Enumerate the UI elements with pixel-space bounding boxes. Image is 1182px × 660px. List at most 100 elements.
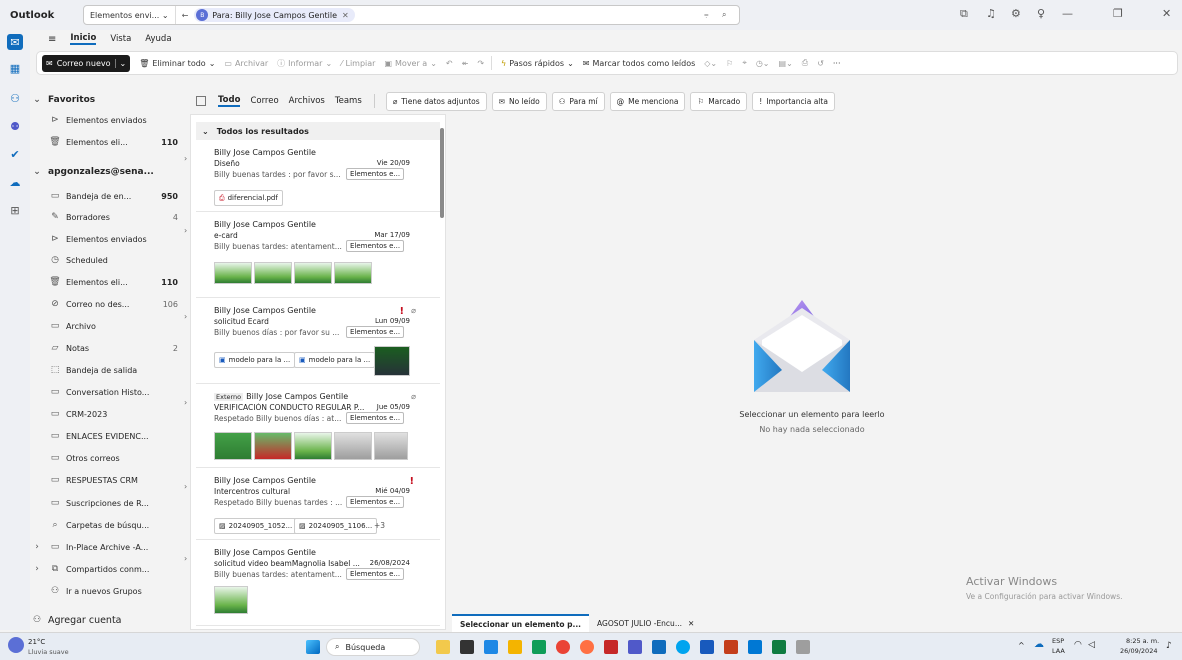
folder-search-folders[interactable]: ⌕ Carpetas de búsqu... xyxy=(30,515,190,535)
hamburger-menu-icon[interactable]: ≡ xyxy=(48,34,56,45)
todo-check-icon[interactable]: ✔ xyxy=(7,146,23,162)
rules-icon[interactable]: ▤⌄ xyxy=(779,59,793,68)
filter-mentions[interactable]: @ Me menciona xyxy=(609,91,686,111)
chevron-up-icon[interactable]: ^ xyxy=(1018,641,1025,650)
folder-crm-2023[interactable]: ▭ CRM-2023 xyxy=(30,404,190,424)
folder-respuestas-crm[interactable]: ▭ RESPUESTAS CRM xyxy=(30,470,190,490)
chevron-right-icon[interactable]: › xyxy=(184,482,187,491)
folder-fav-sent[interactable]: ⊳ Elementos enviados xyxy=(30,110,190,130)
windows-start-icon[interactable] xyxy=(306,640,320,654)
image-thumbnail[interactable] xyxy=(214,262,252,284)
notepad-app-icon[interactable] xyxy=(796,640,810,654)
folder-inplace-archive[interactable]: › ▭ In-Place Archive -A... xyxy=(30,537,190,557)
flag-icon[interactable]: ⚐ xyxy=(726,59,733,68)
outlook-app-icon[interactable] xyxy=(652,640,666,654)
bell-icon[interactable]: ♫ xyxy=(986,7,996,20)
undo-icon[interactable]: ↺ xyxy=(817,59,824,68)
lightbulb-icon[interactable]: ♀ xyxy=(1037,7,1045,20)
taskbar-search[interactable]: ⌕ Búsqueda xyxy=(326,638,420,656)
attachment-chip[interactable]: ▨ 20240905_1106... xyxy=(294,518,378,534)
image-thumbnail[interactable] xyxy=(294,432,332,460)
filter-to-me[interactable]: ⚇ Para mí xyxy=(551,91,605,111)
filter-tab-correo[interactable]: Correo xyxy=(250,96,278,106)
filter-high-importance[interactable]: ! Importancia alta xyxy=(752,91,835,111)
notification-bell-icon[interactable]: ♪ xyxy=(1166,641,1172,651)
attachment-chip[interactable]: ▨ 20240905_1052... xyxy=(214,518,298,534)
search-box[interactable]: Elementos envi... ⌄ ← B Para: Billy Jose… xyxy=(83,5,740,25)
clock-time[interactable]: 8:25 a. m. xyxy=(1126,637,1159,645)
people-icon[interactable]: ⚇ xyxy=(7,90,23,106)
apps-grid-icon[interactable]: ⊞ xyxy=(7,202,23,218)
clock-date[interactable]: 26/09/2024 xyxy=(1120,647,1157,655)
powerpoint-app-icon[interactable] xyxy=(724,640,738,654)
folder-deleted[interactable]: 🗑 Elementos eli... 110 xyxy=(30,272,190,292)
mail-icon[interactable]: ✉ xyxy=(7,34,23,50)
pin-icon[interactable]: ⌖ xyxy=(742,58,747,68)
filter-icon[interactable]: ⩦ xyxy=(704,10,709,20)
image-thumbnail[interactable] xyxy=(254,432,292,460)
widgets-icon[interactable] xyxy=(436,640,450,654)
more-attachments-count[interactable]: +3 xyxy=(374,521,385,530)
folder-scheduled[interactable]: ◷ Scheduled xyxy=(30,250,190,270)
list-item[interactable]: › Billy Jose Campos Gentile ! Intercentr… xyxy=(184,470,440,540)
volume-icon[interactable]: ◁ xyxy=(1088,640,1095,650)
tab-inicio[interactable]: Inicio xyxy=(70,33,97,45)
report-button[interactable]: ⓘ Informar ⌄ xyxy=(277,58,332,69)
back-arrow-icon[interactable]: ← xyxy=(182,11,189,20)
keyboard-layout[interactable]: LAA xyxy=(1052,647,1065,655)
word-app-icon[interactable] xyxy=(700,640,714,654)
print-icon[interactable]: ⎙ xyxy=(802,58,808,68)
folder-notes[interactable]: ▱ Notas 2 xyxy=(30,338,190,358)
bottom-tab-draft[interactable]: AGOSOT JULIO -Encu... ✕ xyxy=(589,614,702,632)
folder-enlaces[interactable]: ▭ ENLACES EVIDENC... xyxy=(30,426,190,446)
image-thumbnail[interactable] xyxy=(374,432,408,460)
folder-inbox[interactable]: ▭ Bandeja de en... 950 xyxy=(30,186,190,206)
chevron-right-icon[interactable]: › xyxy=(184,312,187,321)
tag-icon[interactable]: ◇⌄ xyxy=(704,59,717,68)
account-header[interactable]: ⌄ apgonzalezs@sena... xyxy=(30,162,190,182)
photos-app-icon[interactable] xyxy=(748,640,762,654)
folder-sent[interactable]: ⊳ Elementos enviados xyxy=(30,229,190,249)
list-item[interactable]: › Billy Jose Campos Gentile ! ⌀ solicitu… xyxy=(184,300,440,384)
search-filter-chip[interactable]: B Para: Billy Jose Campos Gentile ✕ xyxy=(194,8,355,22)
close-window-icon[interactable]: ✕ xyxy=(1162,7,1171,20)
reply-icon[interactable]: ↶ xyxy=(446,59,453,68)
filter-unread[interactable]: ✉ No leído xyxy=(491,91,547,111)
chevron-right-icon[interactable]: › xyxy=(184,554,187,563)
edge-icon[interactable] xyxy=(484,640,498,654)
delete-all-button[interactable]: 🗑 Eliminar todo ⌄ xyxy=(139,59,215,68)
filter-tab-todo[interactable]: Todo xyxy=(218,95,241,107)
task-view-icon[interactable] xyxy=(460,640,474,654)
tab-ayuda[interactable]: Ayuda xyxy=(145,34,171,44)
attachment-chip[interactable]: ⎙ diferencial.pdf xyxy=(214,190,283,206)
folder-fav-deleted[interactable]: 🗑 Elementos eli... 110 xyxy=(30,132,190,152)
image-thumbnail[interactable] xyxy=(294,262,332,284)
list-item[interactable]: › Externo Billy Jose Campos Gentile ⌀ VER… xyxy=(184,386,440,468)
image-thumbnail[interactable] xyxy=(334,262,372,284)
restore-icon[interactable]: ❐ xyxy=(1113,7,1123,20)
quick-steps-button[interactable]: ϟ Pasos rápidos ⌄ xyxy=(501,59,574,68)
image-thumbnail[interactable] xyxy=(374,346,410,376)
forward-icon[interactable]: ↷ xyxy=(477,59,484,68)
chevron-right-icon[interactable]: › xyxy=(184,398,187,407)
filter-flagged[interactable]: ⚐ Marcado xyxy=(690,91,748,111)
language-code[interactable]: ESP xyxy=(1052,637,1064,645)
excel-app-icon[interactable] xyxy=(772,640,786,654)
select-all-checkbox[interactable] xyxy=(196,96,206,106)
image-thumbnail[interactable] xyxy=(214,432,252,460)
gear-icon[interactable]: ⚙ xyxy=(1011,7,1021,20)
folder-otros-correos[interactable]: ▭ Otros correos xyxy=(30,448,190,468)
attachment-chip[interactable]: ▣ modelo para la ... xyxy=(214,352,296,368)
skype-icon[interactable] xyxy=(676,640,690,654)
archive-button[interactable]: ▭ Archivar xyxy=(224,59,268,68)
folder-suscripciones[interactable]: ▭ Suscripciones de R... xyxy=(30,493,190,513)
move-to-button[interactable]: ▣ Mover a ⌄ xyxy=(384,59,436,68)
chevron-down-icon[interactable]: ⌄ xyxy=(114,58,126,68)
shield-app-icon[interactable] xyxy=(604,640,618,654)
image-thumbnail[interactable] xyxy=(214,586,248,614)
folder-shared[interactable]: › ⧉ Compartidos conm... xyxy=(30,559,190,579)
mark-all-read-button[interactable]: ✉ Marcar todos como leídos xyxy=(583,59,696,68)
go-to-groups-link[interactable]: ⚇ Ir a nuevos Grupos xyxy=(30,581,190,601)
chrome-icon[interactable] xyxy=(556,640,570,654)
store-icon[interactable] xyxy=(532,640,546,654)
